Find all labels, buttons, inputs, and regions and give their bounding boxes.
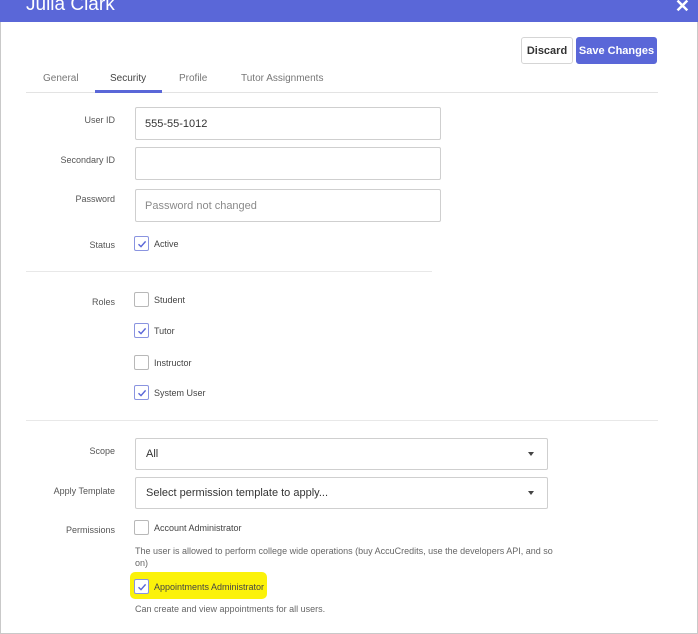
active-tab-indicator — [95, 90, 162, 93]
permission-appointments-admin-description: Can create and view appointments for all… — [135, 604, 326, 614]
status-active-label: Active — [154, 239, 179, 249]
section-divider — [26, 271, 432, 272]
role-tutor-checkbox[interactable] — [134, 323, 149, 338]
user-id-label: User ID — [84, 115, 115, 125]
role-instructor-checkbox[interactable] — [134, 355, 149, 370]
tab-profile[interactable]: Profile — [179, 73, 207, 84]
role-student-label: Student — [154, 295, 186, 305]
caret-down-icon — [528, 452, 534, 456]
apply-template-select[interactable]: Select permission template to apply... — [135, 477, 548, 509]
close-icon[interactable]: ✕ — [675, 0, 690, 15]
check-icon — [137, 240, 146, 248]
roles-label: Roles — [91, 297, 115, 307]
section-divider — [26, 420, 658, 421]
dialog-title: Julia Clark — [26, 0, 115, 15]
tab-security[interactable]: Security — [110, 73, 146, 84]
role-system-user-label: System User — [154, 388, 206, 398]
user-id-input[interactable]: 555-55-1012 — [135, 107, 441, 140]
check-icon — [137, 327, 146, 335]
dialog-titlebar: Julia Clark ✕ — [0, 0, 698, 22]
scope-label: Scope — [89, 446, 115, 456]
password-input[interactable]: Password not changed — [135, 189, 441, 222]
tab-tutor-assignments[interactable]: Tutor Assignments — [241, 73, 323, 84]
discard-button[interactable]: Discard — [521, 37, 573, 64]
tab-general[interactable]: General — [43, 73, 79, 84]
role-student-checkbox[interactable] — [134, 292, 149, 307]
permissions-label: Permissions — [65, 525, 115, 535]
permission-account-admin-label: Account Administrator — [154, 523, 242, 533]
role-instructor-label: Instructor — [154, 358, 192, 368]
scope-value: All — [146, 448, 159, 460]
check-icon — [137, 389, 146, 397]
status-label: Status — [89, 240, 115, 250]
save-changes-button[interactable]: Save Changes — [576, 37, 657, 64]
tab-bar: General Security Profile Tutor Assignmen… — [26, 68, 658, 93]
check-icon — [137, 583, 146, 591]
caret-down-icon — [528, 491, 534, 495]
apply-template-label: Apply Template — [53, 486, 115, 496]
status-active-checkbox[interactable] — [134, 236, 149, 251]
permission-appointments-admin-checkbox[interactable] — [134, 579, 149, 594]
permission-appointments-admin-label: Appointments Administrator — [154, 582, 265, 592]
password-label: Password — [75, 194, 115, 204]
scope-select[interactable]: All — [135, 438, 548, 470]
permission-account-admin-description: The user is allowed to perform college w… — [135, 546, 553, 568]
secondary-id-label: Secondary ID — [60, 155, 115, 165]
role-system-user-checkbox[interactable] — [134, 385, 149, 400]
apply-template-value: Select permission template to apply... — [146, 487, 328, 499]
role-tutor-label: Tutor — [154, 326, 175, 336]
secondary-id-input[interactable] — [135, 147, 441, 180]
permission-account-admin-checkbox[interactable] — [134, 520, 149, 535]
